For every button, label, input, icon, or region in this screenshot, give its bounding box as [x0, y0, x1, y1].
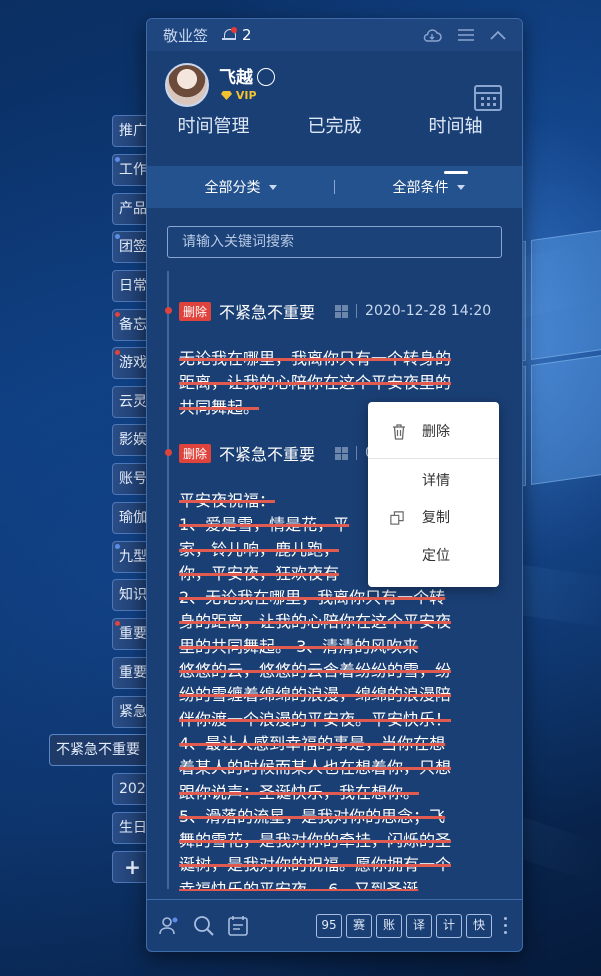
tool-button[interactable]: 译	[406, 913, 432, 938]
content-line: 伴你渡一个浪漫的平安夜。平安快乐！	[179, 709, 452, 729]
entry-category: 不紧急不重要	[219, 303, 316, 322]
timeline-entry[interactable]: 删除 不紧急不重要 2020-12-28 14:20 无论我在哪里，我离你只有一…	[159, 299, 506, 417]
copy-icon	[390, 511, 404, 525]
content-line: 跟你说声：圣诞快乐，我在想你。	[179, 782, 420, 802]
tab-timeline[interactable]: 时间轴	[395, 111, 516, 174]
tab-dot	[115, 544, 120, 549]
content-line: 着某人的时候而某人也在想着你，只想	[179, 758, 452, 778]
avatar[interactable]	[165, 63, 209, 107]
content-line: 诞树，是我对你的祝福。愿你拥有一个	[179, 855, 452, 875]
deleted-tag: 删除	[179, 443, 212, 463]
tab-dot	[115, 234, 120, 239]
header-divider	[356, 304, 358, 318]
vip-badge: VIP	[221, 89, 257, 102]
tool-button[interactable]: 快	[466, 913, 492, 938]
caret-down-icon	[456, 185, 465, 190]
deleted-tag: 删除	[179, 301, 212, 321]
content-line: 5、滑落的流星，是我对你的思念；飞	[179, 806, 446, 826]
menu-icon[interactable]	[458, 29, 474, 41]
content-line: 悠悠的云，悠悠的云含着纷纷的雪，纷	[179, 661, 452, 681]
app-title: 敬业签	[163, 26, 209, 45]
trash-icon	[393, 424, 405, 440]
entry-category: 不紧急不重要	[219, 445, 316, 464]
content-line: 里的共同舞起。 3、清清的风吹来	[179, 636, 419, 656]
calendar-icon[interactable]	[474, 85, 502, 111]
timeline-dot	[165, 307, 172, 314]
bell-icon[interactable]	[222, 27, 238, 43]
cloud-icon[interactable]	[422, 28, 442, 42]
tab-dot	[115, 118, 120, 123]
side-tab-active[interactable]: 不紧急不重要	[49, 734, 153, 766]
notification-count: 2	[242, 26, 252, 44]
tab-dot	[115, 157, 120, 162]
tab-time-management[interactable]: 时间管理	[153, 111, 274, 166]
windows-icon	[335, 446, 349, 460]
face-icon	[257, 68, 275, 86]
diamond-icon	[221, 91, 232, 100]
content-line: 2、无论我在哪里，我离你只有一个转	[179, 588, 446, 608]
notes-icon[interactable]	[227, 915, 249, 937]
menu-item-details[interactable]: 详情	[368, 467, 499, 495]
menu-item-locate[interactable]: 定位	[368, 542, 499, 570]
user-name: 飞越	[219, 68, 253, 88]
content-line: 身的距离，让我的心陪你在这个平安夜	[179, 612, 452, 632]
search-box[interactable]	[167, 226, 502, 258]
chevron-up-icon[interactable]	[490, 30, 506, 40]
notification-dot	[231, 27, 238, 33]
timeline-dot	[165, 449, 172, 456]
more-options-icon[interactable]	[500, 916, 510, 936]
menu-item-copy[interactable]: 复制	[368, 504, 499, 532]
context-menu: 删除 详情 复制 定位	[368, 402, 499, 587]
tool-button[interactable]: 计	[436, 913, 462, 938]
tool-button[interactable]: 赛	[346, 913, 372, 938]
entry-header: 删除 不紧急不重要 2020-12-28 14:20	[179, 299, 491, 323]
profile-header: 飞越 VIP	[147, 51, 522, 111]
caret-down-icon	[268, 185, 277, 190]
tab-dot	[115, 621, 120, 626]
windows-icon	[335, 304, 349, 318]
search-input[interactable]	[182, 234, 501, 250]
content-line: 距离，让我的心陪你在这个平安夜里的	[179, 373, 452, 393]
tool-button[interactable]: 95	[316, 913, 342, 938]
quick-tools: 95 赛 账 译 计 快	[316, 913, 510, 938]
tab-dot	[115, 350, 120, 355]
title-bar: 敬业签 2	[147, 19, 522, 51]
entry-header: 删除 不紧急不重要 0	[179, 441, 374, 465]
content-line: 幸福快乐的平安夜。 6、又到圣诞	[179, 879, 419, 891]
content-line: 4、最让人感到幸福的事是，当你在想	[179, 733, 446, 753]
category-filter-dropdown[interactable]: 全部分类	[147, 177, 334, 197]
content-line: 无论我在哪里，我离你只有一个转身的	[179, 349, 452, 368]
main-tabs: 时间管理 已完成 时间轴	[147, 111, 522, 174]
content-line: 舞的雪花，是我对你的牵挂，闪烁的圣	[179, 831, 452, 851]
user-name-row: 飞越	[219, 63, 275, 88]
menu-item-delete[interactable]: 删除	[368, 418, 499, 446]
content-line: 纷的雪缠着绵绵的浪漫，绵绵的浪漫陪	[179, 685, 452, 705]
tab-dot	[115, 312, 120, 317]
tab-completed[interactable]: 已完成	[274, 111, 395, 166]
header-divider	[356, 446, 358, 460]
entry-timestamp: 2020-12-28 14:20	[365, 303, 492, 319]
bottom-toolbar: 95 赛 账 译 计 快	[147, 899, 522, 951]
tool-button[interactable]: 账	[376, 913, 402, 938]
users-icon[interactable]	[159, 915, 181, 937]
condition-filter-dropdown[interactable]: 全部条件	[335, 177, 522, 197]
menu-divider	[368, 458, 499, 459]
search-icon[interactable]	[193, 915, 215, 937]
